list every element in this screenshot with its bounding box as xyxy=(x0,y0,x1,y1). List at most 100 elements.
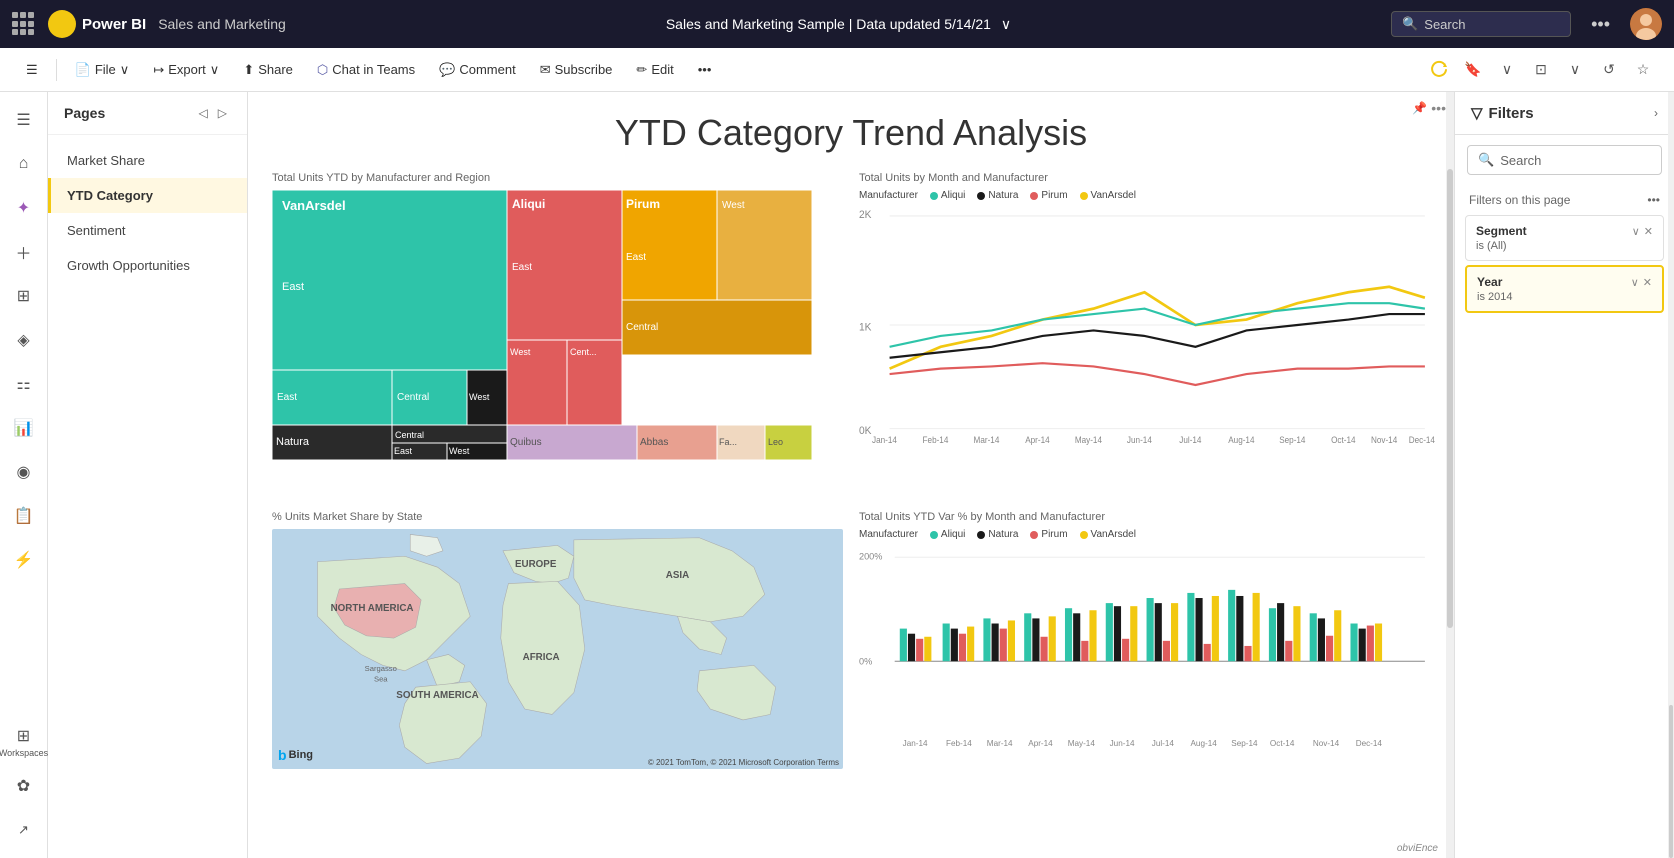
subscribe-button[interactable]: ✉ Subscribe xyxy=(530,57,623,83)
leftnav-item-metrics[interactable]: 📊 xyxy=(4,408,44,448)
svg-text:SOUTH AMERICA: SOUTH AMERICA xyxy=(396,690,478,701)
filter-icon: ▽ xyxy=(1471,104,1483,122)
leftnav-item-monitor[interactable]: ◉ xyxy=(4,452,44,492)
filters-search-box[interactable]: 🔍 Search xyxy=(1467,145,1662,175)
page-label: Sentiment xyxy=(67,223,126,238)
hamburger-button[interactable]: ☰ xyxy=(16,57,48,83)
treemap-chart[interactable]: VanArsdel East East Central West Aliqui … xyxy=(272,190,843,470)
chevron-icon[interactable]: ∨ xyxy=(1001,16,1011,32)
file-button[interactable]: 📄 File ∨ xyxy=(65,57,140,83)
svg-text:Natura: Natura xyxy=(276,436,310,448)
view-dropdown-button[interactable]: ∨ xyxy=(1560,55,1590,85)
bar-chart-section: Total Units YTD Var % by Month and Manuf… xyxy=(851,503,1438,842)
secondbar-more-button[interactable]: ••• xyxy=(688,57,722,82)
svg-text:Dec-14: Dec-14 xyxy=(1409,435,1436,445)
bar-chart[interactable]: 200% 0% xyxy=(859,544,1430,784)
file-chevron-icon: ∨ xyxy=(120,62,130,78)
edit-button[interactable]: ✏ Edit xyxy=(626,57,683,83)
content-scrollbar[interactable] xyxy=(1446,92,1454,858)
topbar: Power BI Sales and Marketing Sales and M… xyxy=(0,0,1674,48)
filter-card-segment[interactable]: Segment ∨ ✕ is (All) xyxy=(1465,215,1664,261)
filters-search-placeholder: Search xyxy=(1500,153,1541,168)
comment-button[interactable]: 💬 Comment xyxy=(429,57,526,83)
secondbar-right-actions: 🔖 ∨ ⊡ ∨ ↺ ☆ xyxy=(1424,55,1658,85)
share-icon: ⬆ xyxy=(243,62,254,78)
topbar-search-box[interactable]: 🔍 Search xyxy=(1391,11,1571,37)
filters-header: ▽ Filters › xyxy=(1455,92,1674,135)
line-chart-section: Total Units by Month and Manufacturer Ma… xyxy=(851,164,1438,503)
leftnav-item-learn[interactable]: 📋 xyxy=(4,496,44,536)
filter-segment-dropdown-icon[interactable]: ∨ xyxy=(1632,225,1640,238)
svg-text:Quibus: Quibus xyxy=(510,437,542,448)
leftnav-item-home[interactable]: ⌂ xyxy=(4,144,44,184)
chat-teams-button[interactable]: ⬡ Chat in Teams xyxy=(307,57,425,83)
export-chevron-icon: ∨ xyxy=(210,62,220,78)
teams-icon: ⬡ xyxy=(317,62,328,78)
filters-section-more[interactable]: ••• xyxy=(1647,193,1660,207)
app-grid-icon[interactable] xyxy=(12,12,36,36)
filters-scrollbar[interactable] xyxy=(1668,92,1674,858)
svg-text:Sep-14: Sep-14 xyxy=(1279,435,1306,445)
svg-text:Apr-14: Apr-14 xyxy=(1028,739,1053,748)
filters-section-text: Filters on this page xyxy=(1469,193,1570,207)
user-avatar[interactable] xyxy=(1630,8,1662,40)
bookmark-dropdown-button[interactable]: ∨ xyxy=(1492,55,1522,85)
line-chart-legend: Manufacturer Aliqui Natura Pirum VanArsd… xyxy=(859,190,1430,201)
filter-card-year-header: Year ∨ ✕ xyxy=(1477,275,1652,289)
map-chart[interactable]: NORTH AMERICA EUROPE ASIA AFRICA SOUTH A… xyxy=(272,529,843,769)
page-item-growth[interactable]: Growth Opportunities xyxy=(48,248,247,283)
svg-text:Nov-14: Nov-14 xyxy=(1371,435,1398,445)
pages-next-arrow[interactable]: ▷ xyxy=(214,104,231,122)
leftnav-item-workspaces[interactable]: ⊞Workspaces xyxy=(4,722,44,762)
filter-year-dropdown-icon[interactable]: ∨ xyxy=(1631,276,1639,289)
leftnav-item-bottom[interactable]: ✿ xyxy=(4,766,44,806)
filters-expand-icon[interactable]: › xyxy=(1654,106,1658,120)
line-chart[interactable]: 2K 1K 0K xyxy=(859,205,1430,485)
report-title-text: Sales and Marketing Sample | Data update… xyxy=(666,16,991,32)
pin-icon[interactable]: 📌 xyxy=(1412,101,1427,115)
content-scrollbar-thumb[interactable] xyxy=(1447,169,1453,629)
filter-segment-clear-icon[interactable]: ✕ xyxy=(1644,225,1653,238)
leftnav-item-create[interactable]: ＋ xyxy=(4,232,44,272)
content-more-icon[interactable]: ••• xyxy=(1431,100,1446,116)
line-chart-title: Total Units by Month and Manufacturer xyxy=(859,172,1430,184)
filter-card-year[interactable]: Year ∨ ✕ is 2014 xyxy=(1465,265,1664,313)
search-icon: 🔍 xyxy=(1402,16,1418,32)
leftnav-item-apps[interactable]: ⚏ xyxy=(4,364,44,404)
svg-text:May-14: May-14 xyxy=(1068,739,1096,748)
pages-prev-arrow[interactable]: ◁ xyxy=(195,104,212,122)
svg-text:Jun-14: Jun-14 xyxy=(1110,739,1135,748)
leftnav-item-onelake[interactable]: ◈ xyxy=(4,320,44,360)
page-item-ytd-category[interactable]: YTD Category xyxy=(48,178,247,213)
legend-vanarsdel: VanArsdel xyxy=(1080,190,1136,201)
pages-nav-arrows: ◁ ▷ xyxy=(195,104,231,122)
filter-year-clear-icon[interactable]: ✕ xyxy=(1643,276,1652,289)
page-item-market-share[interactable]: Market Share xyxy=(48,143,247,178)
svg-text:East: East xyxy=(512,262,532,273)
leftnav-item-realtime[interactable]: ⚡ xyxy=(4,540,44,580)
share-button[interactable]: ⬆ Share xyxy=(233,57,303,83)
content-toolbar: 📌 ••• xyxy=(1412,100,1446,116)
leftnav-item-menu[interactable]: ☰ xyxy=(4,100,44,140)
pages-panel: Pages ◁ ▷ Market Share YTD Category Sent… xyxy=(48,92,248,858)
report-title: YTD Category Trend Analysis xyxy=(248,92,1454,164)
filter-card-segment-header: Segment ∨ ✕ xyxy=(1476,224,1653,238)
topbar-more-button[interactable]: ••• xyxy=(1583,10,1618,39)
pages-title: Pages xyxy=(64,105,105,121)
bar-legend-pirum: Pirum xyxy=(1030,529,1067,540)
leftnav-item-browse[interactable]: ⊞ xyxy=(4,276,44,316)
report-body: Total Units YTD by Manufacturer and Regi… xyxy=(248,164,1454,858)
filters-scrollbar-thumb[interactable] xyxy=(1669,705,1673,858)
map-title: % Units Market Share by State xyxy=(272,511,843,523)
refresh-button[interactable] xyxy=(1424,55,1454,85)
leftnav-item-navigate[interactable]: ↗ xyxy=(4,810,44,850)
star-button[interactable]: ☆ xyxy=(1628,55,1658,85)
export-button[interactable]: ↦ Export ∨ xyxy=(143,57,229,83)
hamburger-icon: ☰ xyxy=(26,62,38,78)
bookmark-button[interactable]: 🔖 xyxy=(1458,55,1488,85)
page-item-sentiment[interactable]: Sentiment xyxy=(48,213,247,248)
reset-button[interactable]: ↺ xyxy=(1594,55,1624,85)
view-button[interactable]: ⊡ xyxy=(1526,55,1556,85)
leftnav-item-copilot[interactable]: ✦ xyxy=(4,188,44,228)
svg-text:Aug-14: Aug-14 xyxy=(1228,435,1255,445)
